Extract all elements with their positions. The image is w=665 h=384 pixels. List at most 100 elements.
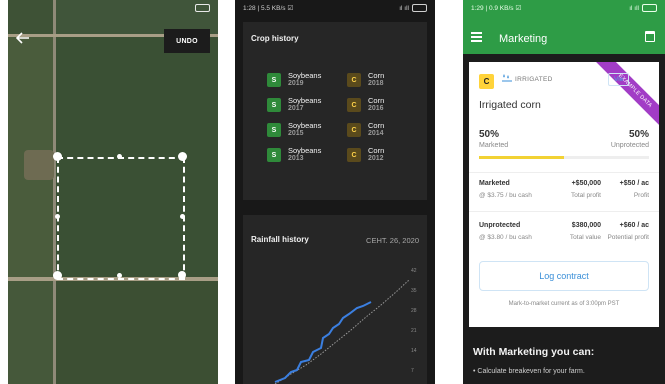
- hamburger-menu-icon[interactable]: [471, 32, 482, 44]
- rainfall-axis-tick: 21: [411, 328, 417, 334]
- rainfall-average-line: [274, 279, 410, 384]
- corn-badge: C: [347, 148, 361, 162]
- rainfall-current-line: [274, 301, 372, 383]
- crop-history-item: C Corn 2016: [347, 96, 384, 113]
- mark-to-market-note: Mark-to-market current as of 3:00pm PST: [508, 301, 620, 307]
- unprotected-profit-per-acre: +$60 / ac: [619, 222, 649, 229]
- unprotected-row-label: Unprotected: [479, 222, 521, 229]
- marketing-screen: 1:29 | 0.9 KB/s ☑ ıl ıll Marketing EXAMP…: [463, 0, 665, 384]
- crop-info: Soybeans 2017: [288, 96, 321, 113]
- rainfall-date: CEHT. 26, 2020: [366, 236, 419, 245]
- crop-info: Corn 2014: [368, 121, 384, 138]
- marketed-progress-bar: [479, 156, 649, 159]
- soybean-badge: S: [267, 123, 281, 137]
- marketing-card: EXAMPLE DATA C IRRIGATED Vie Irrigated c…: [469, 62, 659, 327]
- rainfall-axis-tick: 28: [411, 308, 417, 314]
- marketed-progress-fill: [479, 156, 564, 159]
- signal-icon: ıl ıll: [629, 4, 639, 12]
- boundary-handle-bottom-mid[interactable]: [117, 273, 122, 278]
- crop-history-item: S Soybeans 2015: [267, 121, 321, 138]
- irrigated-label: IRRIGATED: [515, 76, 553, 83]
- divider: [469, 211, 659, 212]
- corn-badge: C: [479, 74, 494, 89]
- crop-name: Soybeans: [288, 121, 322, 130]
- unprotected-row-price: @ $3.80 / bu cash: [479, 234, 532, 241]
- status-bar: 1:29 | 0.9 KB/s ☑ ıl ıll: [463, 0, 665, 16]
- status-time: 1:28 | 5.5 KB/s ☑: [243, 5, 294, 12]
- crop-history-item: S Soybeans 2019: [267, 71, 321, 88]
- crop-history-title: Crop history: [251, 34, 299, 43]
- field-boundary-selection[interactable]: [57, 157, 185, 280]
- crop-name: Soybeans: [288, 96, 322, 105]
- marketed-row-price: @ $3.75 / bu cash: [479, 192, 532, 199]
- crop-info: Soybeans 2013: [288, 146, 321, 163]
- crop-info: Soybeans 2019: [288, 71, 321, 88]
- boundary-handle-top-left[interactable]: [53, 152, 62, 161]
- status-bar: [8, 0, 218, 16]
- crop-history-screen: 1:28 | 5.5 KB/s ☑ ıl ıll Crop history SS…: [235, 0, 435, 384]
- boundary-handle-right-mid[interactable]: [180, 214, 185, 219]
- unprotected-percent: 50%: [628, 129, 649, 140]
- boundary-handle-top-right[interactable]: [178, 152, 187, 161]
- crop-info: Soybeans 2015: [288, 121, 321, 138]
- page-title: Marketing: [499, 33, 548, 45]
- crop-year: 2016: [368, 105, 384, 112]
- boundary-handle-left-mid[interactable]: [55, 214, 60, 219]
- crop-info: Corn 2012: [368, 146, 384, 163]
- battery-icon: [642, 4, 657, 12]
- boundary-handle-top-mid[interactable]: [117, 154, 122, 159]
- soybean-badge: S: [267, 98, 281, 112]
- status-time: 1:29 | 0.9 KB/s ☑: [471, 5, 522, 12]
- rainfall-axis-tick: 42: [411, 268, 417, 274]
- unprotected-total-value: $380,000: [571, 222, 601, 229]
- soybean-badge: S: [267, 73, 281, 87]
- corn-badge: C: [347, 123, 361, 137]
- status-icons: ıl ıll: [629, 4, 657, 12]
- crop-history-item: C Corn 2018: [347, 71, 384, 88]
- crop-year: 2014: [368, 130, 384, 137]
- crop-name: Corn: [368, 71, 385, 80]
- crop-name: Corn: [368, 146, 385, 155]
- crop-history-item: S Soybeans 2017: [267, 96, 321, 113]
- rainfall-axis-tick: 7: [411, 368, 414, 374]
- unprotected-label: Unprotected: [610, 142, 649, 149]
- view-button[interactable]: Vie: [608, 73, 630, 86]
- map-screen: UNDO: [8, 0, 218, 384]
- unprotected-potential-profit-label: Potential profit: [607, 234, 649, 241]
- crop-name: Corn: [368, 121, 385, 130]
- marketed-label: Marketed: [479, 142, 509, 149]
- rainfall-title: Rainfall history: [251, 235, 309, 244]
- irrigation-icon: [502, 74, 512, 85]
- crop-history-item: C Corn 2014: [347, 121, 384, 138]
- crop-info: Corn 2018: [368, 71, 384, 88]
- signal-icon: ıl ıll: [399, 4, 409, 12]
- crop-year: 2015: [288, 130, 304, 137]
- crop-name: Soybeans: [288, 146, 322, 155]
- crop-year: 2017: [288, 105, 304, 112]
- crop-name: Soybeans: [288, 71, 322, 80]
- rainfall-chart: 42 35 28 21 14 7: [274, 268, 417, 384]
- boundary-handle-bottom-left[interactable]: [53, 271, 62, 280]
- divider: [469, 172, 659, 173]
- log-contract-button[interactable]: Log contract: [479, 261, 649, 291]
- with-marketing-heading: With Marketing you can:: [473, 346, 595, 358]
- crop-name: Corn: [368, 96, 385, 105]
- status-bar: 1:28 | 5.5 KB/s ☑ ıl ıll: [235, 0, 435, 16]
- undo-button[interactable]: UNDO: [164, 29, 210, 53]
- marketed-percent: 50%: [479, 129, 500, 140]
- unprotected-total-value-label: Total value: [569, 234, 601, 241]
- marketed-total-profit: +$50,000: [571, 180, 601, 187]
- field-bottom-left: [8, 281, 53, 384]
- crop-year: 2012: [368, 155, 384, 162]
- crop-year: 2019: [288, 80, 304, 87]
- battery-icon: [195, 4, 210, 12]
- battery-icon: [412, 4, 427, 12]
- calendar-icon[interactable]: [645, 31, 655, 42]
- status-icons: [195, 4, 210, 12]
- back-arrow-icon[interactable]: [15, 32, 30, 47]
- app-bar: 1:29 | 0.9 KB/s ☑ ıl ıll Marketing: [463, 0, 665, 54]
- boundary-handle-bottom-right[interactable]: [178, 271, 186, 279]
- farmstead: [24, 150, 54, 180]
- crop-info: Corn 2016: [368, 96, 384, 113]
- crop-year: 2018: [368, 80, 384, 87]
